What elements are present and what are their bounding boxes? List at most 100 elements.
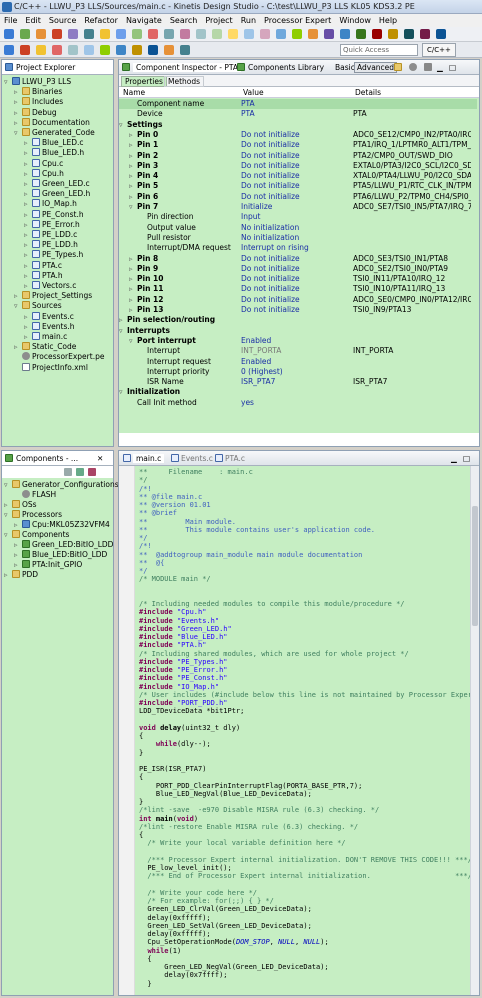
- collapsed-twisty-icon[interactable]: ▹: [4, 500, 12, 510]
- property-value[interactable]: Do not initialize: [241, 140, 351, 150]
- toolbar-button-icon[interactable]: [148, 45, 158, 55]
- property-row[interactable]: Pin direction Input: [119, 212, 477, 222]
- expanded-twisty-icon[interactable]: ▿: [4, 77, 12, 87]
- toolbar-button-icon[interactable]: [116, 29, 126, 39]
- collapsed-twisty-icon[interactable]: ▹: [14, 520, 22, 530]
- collapsed-twisty-icon[interactable]: ▹: [129, 192, 133, 202]
- toolbar-button-icon[interactable]: [84, 45, 94, 55]
- tree-item[interactable]: ▹ PTA:Init_GPIO: [14, 560, 82, 570]
- tree-item[interactable]: ▹ Green_LED.c: [24, 179, 90, 189]
- tree-item[interactable]: ▿ Processors: [4, 510, 62, 520]
- collapsed-twisty-icon[interactable]: ▹: [129, 161, 133, 171]
- toolbar-button-icon[interactable]: [116, 45, 126, 55]
- collapsed-twisty-icon[interactable]: ▹: [14, 550, 22, 560]
- property-value[interactable]: Enabled: [241, 357, 351, 367]
- collapsed-twisty-icon[interactable]: ▹: [24, 220, 32, 230]
- toolbar-button-icon[interactable]: [164, 29, 174, 39]
- expanded-twisty-icon[interactable]: ▿: [129, 202, 133, 212]
- toolbar-button-icon[interactable]: [276, 29, 286, 39]
- tree-item[interactable]: ▹ Debug: [14, 107, 57, 118]
- property-row[interactable]: ▿ Initialization: [119, 387, 477, 397]
- toolbar-button-icon[interactable]: [404, 29, 414, 39]
- tree-item[interactable]: ▿ Sources: [14, 301, 62, 311]
- collapsed-twisty-icon[interactable]: ▹: [14, 97, 22, 107]
- collapsed-twisty-icon[interactable]: ▹: [24, 179, 32, 189]
- collapsed-twisty-icon[interactable]: ▹: [129, 151, 133, 161]
- property-row[interactable]: ▹ Pin 8 Do not initialize ADC0_SE3/TSI0_IN1…: [119, 254, 477, 264]
- close-icon[interactable]: ✕: [97, 454, 103, 463]
- tab-components-library[interactable]: Components Library: [248, 63, 324, 72]
- scrollbar-thumb[interactable]: [472, 506, 478, 626]
- tree-item[interactable]: ▹ Cpu.h: [24, 168, 64, 179]
- tree-item[interactable]: ▹ Static_Code: [14, 342, 76, 352]
- collapsed-twisty-icon[interactable]: ▹: [24, 332, 32, 342]
- expanded-twisty-icon[interactable]: ▿: [4, 530, 12, 540]
- property-value[interactable]: PTA: [241, 109, 351, 119]
- tree-item[interactable]: ▹ PE_LDD.h: [24, 240, 78, 250]
- tree-item[interactable]: ▹ PE_LDD.c: [24, 230, 77, 240]
- property-row[interactable]: Interrupt/DMA request Interrupt on rising: [119, 243, 477, 253]
- toolbar-button-icon[interactable]: [4, 45, 14, 55]
- property-row[interactable]: ▹ Pin 3 Do not initialize EXTAL0/PTA3/I2C0_…: [119, 161, 477, 171]
- tree-item[interactable]: ▿ Generator_Configurations: [4, 480, 119, 490]
- tree-item[interactable]: FLASH: [14, 490, 56, 500]
- collapsed-twisty-icon[interactable]: ▹: [14, 108, 22, 118]
- property-row[interactable]: ▹ Pin 4 Do not initialize XTAL0/PTA4/LLWU_P…: [119, 171, 477, 181]
- property-value[interactable]: Do not initialize: [241, 130, 351, 140]
- collapsed-twisty-icon[interactable]: ▹: [24, 199, 32, 209]
- property-row[interactable]: Pull resistor No initialization: [119, 233, 477, 243]
- tree-item[interactable]: ▹ Green_LED.h: [24, 189, 90, 199]
- expanded-twisty-icon[interactable]: ▿: [4, 480, 12, 490]
- settings-icon[interactable]: [409, 63, 417, 71]
- tree-item[interactable]: ▹ main.c: [24, 332, 67, 342]
- collapsed-twisty-icon[interactable]: ▹: [4, 570, 12, 580]
- collapsed-twisty-icon[interactable]: ▹: [129, 181, 133, 191]
- folder-icon[interactable]: [394, 63, 402, 71]
- property-row[interactable]: Interrupt request Enabled: [119, 357, 477, 367]
- toolbar-button-icon[interactable]: [356, 29, 366, 39]
- mode-basic-button[interactable]: Basic: [335, 63, 355, 72]
- toolbar-button-icon[interactable]: [68, 29, 78, 39]
- toolbar-button-icon[interactable]: [20, 45, 30, 55]
- property-row[interactable]: ▿ Port interrupt Enabled: [119, 336, 477, 346]
- collapsed-twisty-icon[interactable]: ▹: [129, 295, 133, 305]
- property-row[interactable]: ▹ Pin selection/routing: [119, 315, 477, 325]
- components-tab[interactable]: Components - ... ✕: [2, 451, 113, 466]
- property-row[interactable]: ▹ Pin 10 Do not initialize TSI0_IN11/PTA10/…: [119, 274, 477, 284]
- property-value[interactable]: Enabled: [241, 336, 351, 346]
- maximize-icon[interactable]: □: [449, 63, 456, 72]
- tab-pta-c[interactable]: PTA.c: [225, 454, 245, 463]
- property-value[interactable]: INT_PORTA: [241, 346, 351, 356]
- property-row[interactable]: Interrupt INT_PORTA INT_PORTA: [119, 346, 477, 356]
- toolbar-button-icon[interactable]: [52, 29, 62, 39]
- subtab-properties[interactable]: Properties: [121, 76, 167, 87]
- expanded-twisty-icon[interactable]: ▿: [14, 301, 22, 311]
- toolbar-button-icon[interactable]: [308, 29, 318, 39]
- collapsed-twisty-icon[interactable]: ▹: [14, 560, 22, 570]
- toolbar-button-icon[interactable]: [388, 29, 398, 39]
- collapsed-twisty-icon[interactable]: ▹: [14, 87, 22, 97]
- property-value[interactable]: Do not initialize: [241, 254, 351, 264]
- tree-item[interactable]: ▹ PDD: [4, 570, 38, 580]
- expanded-twisty-icon[interactable]: ▿: [14, 128, 22, 138]
- property-row[interactable]: ▿ Settings: [119, 120, 477, 130]
- menu-window[interactable]: Window: [335, 14, 375, 27]
- collapsed-twisty-icon[interactable]: ▹: [14, 540, 22, 550]
- property-value[interactable]: Do not initialize: [241, 274, 351, 284]
- toolbar-button-icon[interactable]: [292, 29, 302, 39]
- property-value[interactable]: Do not initialize: [241, 284, 351, 294]
- tree-item[interactable]: ▹ Blue_LED.h: [24, 148, 84, 158]
- collapsed-twisty-icon[interactable]: ▹: [24, 240, 32, 250]
- toolbar-button-icon[interactable]: [196, 29, 206, 39]
- collapsed-twisty-icon[interactable]: ▹: [129, 130, 133, 140]
- maximize-icon[interactable]: □: [463, 454, 470, 463]
- toolbar-button-icon[interactable]: [340, 29, 350, 39]
- tree-item[interactable]: ▹ Binaries: [14, 87, 62, 97]
- tab-events-c[interactable]: Events.c: [181, 454, 213, 463]
- collapsed-twisty-icon[interactable]: ▹: [14, 342, 22, 352]
- toolbar-button-icon[interactable]: [52, 45, 62, 55]
- property-value[interactable]: No initialization: [241, 223, 351, 233]
- filter-icon[interactable]: [88, 468, 96, 476]
- collapsed-twisty-icon[interactable]: ▹: [24, 138, 32, 148]
- property-value[interactable]: Do not initialize: [241, 151, 351, 161]
